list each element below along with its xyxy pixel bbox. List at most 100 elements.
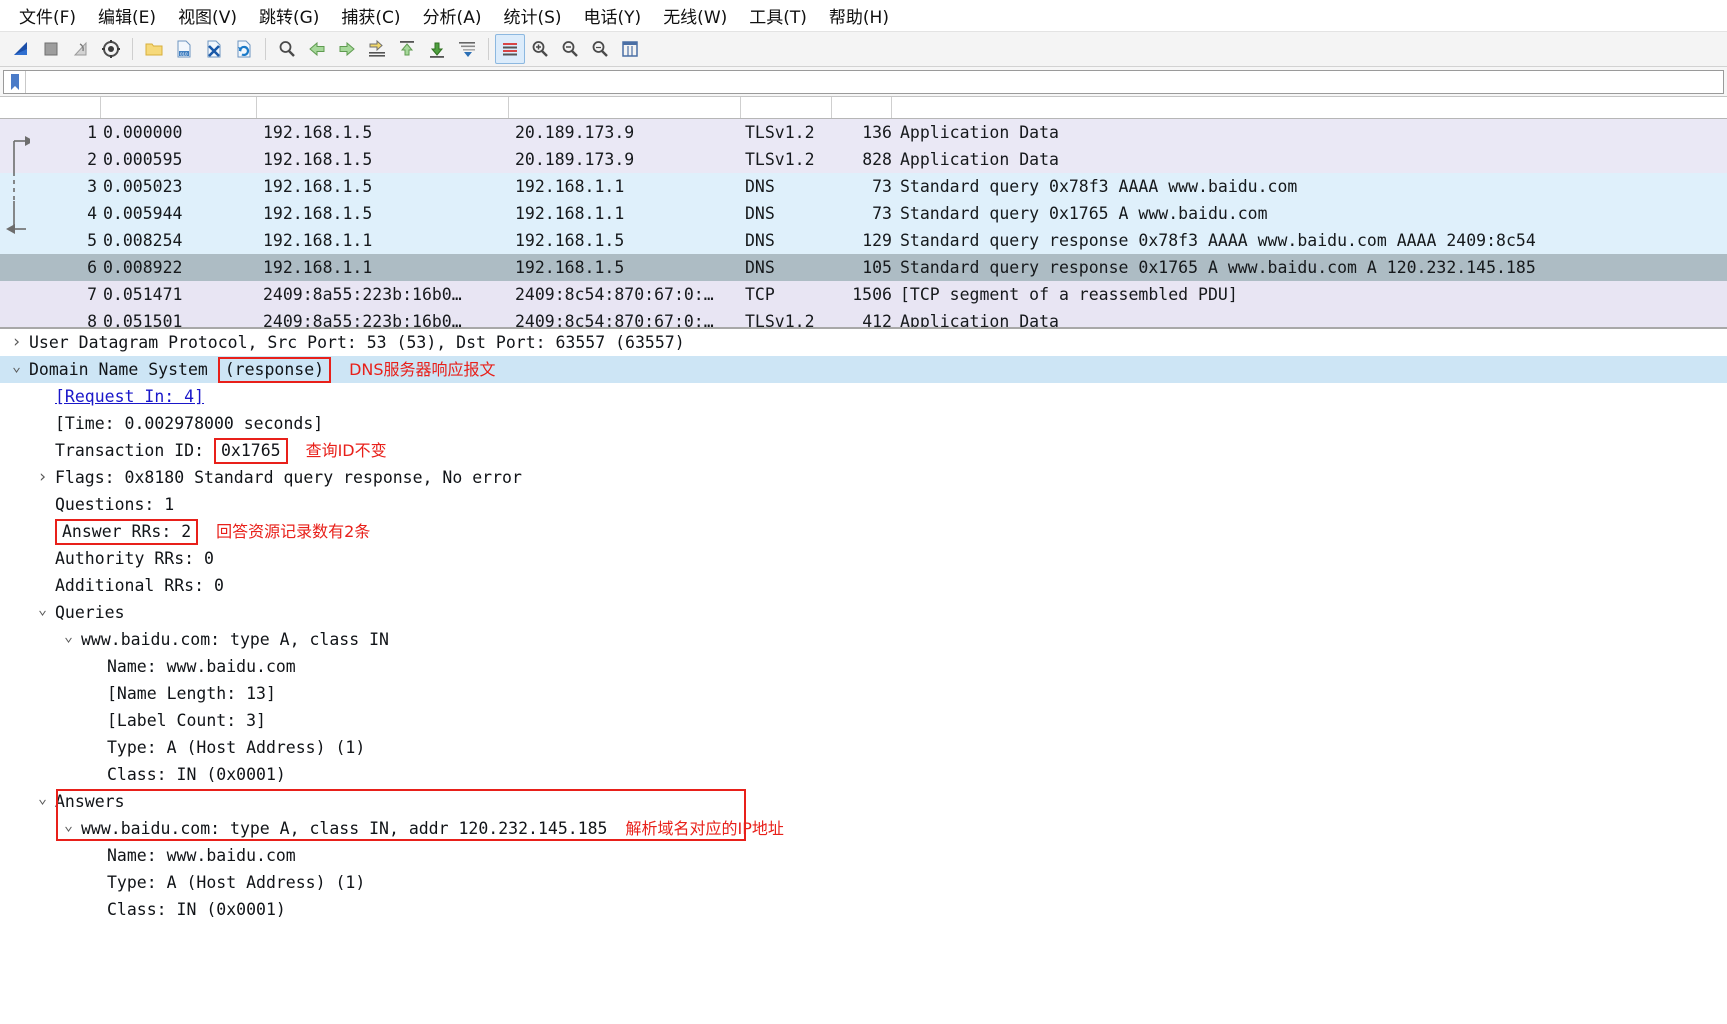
packet-list-body[interactable]: 1 0.000000 192.168.1.5 20.189.173.9 TLSv1.2 1…	[0, 119, 1727, 329]
chevron-down-icon[interactable]: ⌄	[36, 785, 49, 812]
restart-capture-icon[interactable]	[66, 34, 96, 64]
column-header-protocol[interactable]	[741, 97, 832, 118]
chevron-down-icon[interactable]: ⌄	[62, 623, 75, 650]
packet-protocol: TCP	[745, 285, 775, 304]
packet-source: 2409:8a55:223b:16b0…	[263, 285, 462, 304]
zoom-out-icon[interactable]	[555, 34, 585, 64]
detail-answer-class[interactable]: Class: IN (0x0001)	[0, 896, 1727, 923]
save-file-icon[interactable]: 010	[169, 34, 199, 64]
chevron-right-icon[interactable]: ›	[36, 464, 49, 491]
menu-view[interactable]: 视图(V)	[167, 0, 248, 31]
detail-answer-rrs[interactable]: Answer RRs: 2 回答资源记录数有2条	[0, 518, 1727, 545]
detail-questions[interactable]: Questions: 1	[0, 491, 1727, 518]
detail-flags[interactable]: › Flags: 0x8180 Standard query response, …	[0, 464, 1727, 491]
packet-row[interactable]: 6 0.008922 192.168.1.1 192.168.1.5 DNS 105 Sta…	[0, 254, 1727, 281]
close-file-icon[interactable]	[199, 34, 229, 64]
find-packet-icon[interactable]	[272, 34, 302, 64]
packet-row[interactable]: 1 0.000000 192.168.1.5 20.189.173.9 TLSv1.2 1…	[0, 119, 1727, 146]
detail-transaction-id[interactable]: Transaction ID: 0x1765 查询ID不变	[0, 437, 1727, 464]
packet-time: 0.000595	[103, 150, 183, 169]
packet-detail-tree[interactable]: › User Datagram Protocol, Src Port: 53 (5…	[0, 329, 1727, 923]
packet-destination: 192.168.1.1	[515, 177, 625, 196]
detail-request-in-text[interactable]: [Request In: 4]	[55, 383, 204, 410]
menu-capture[interactable]: 捕获(C)	[330, 0, 411, 31]
detail-query-entry[interactable]: ⌄ www.baidu.com: type A, class IN	[0, 626, 1727, 653]
zoom-reset-icon[interactable]	[585, 34, 615, 64]
packet-info: Application Data	[900, 312, 1059, 329]
menu-help[interactable]: 帮助(H)	[818, 0, 900, 31]
detail-time[interactable]: [Time: 0.002978000 seconds]	[0, 410, 1727, 437]
detail-dns[interactable]: ⌄ Domain Name System (response) DNS服务器响应报文	[0, 356, 1727, 383]
go-to-packet-icon[interactable]	[362, 34, 392, 64]
menu-bar: 文件(F) 编辑(E) 视图(V) 跳转(G) 捕获(C) 分析(A) 统计(S) 电话(Y)…	[0, 0, 1727, 31]
chevron-down-icon[interactable]: ⌄	[62, 812, 75, 839]
menu-analyze[interactable]: 分析(A)	[412, 0, 493, 31]
packet-row[interactable]: 8 0.051501 2409:8a55:223b:16b0… 2409:8c54:8…	[0, 308, 1727, 329]
detail-query-name-length[interactable]: [Name Length: 13]	[0, 680, 1727, 707]
detail-authority-rrs[interactable]: Authority RRs: 0	[0, 545, 1727, 572]
detail-answer-name[interactable]: Name: www.baidu.com	[0, 842, 1727, 869]
colorize-icon[interactable]	[495, 34, 525, 64]
menu-edit[interactable]: 编辑(E)	[87, 0, 167, 31]
detail-additional-rrs[interactable]: Additional RRs: 0	[0, 572, 1727, 599]
go-back-icon[interactable]	[302, 34, 332, 64]
column-header-length[interactable]	[832, 97, 892, 118]
packet-destination: 2409:8c54:870:67:0:…	[515, 285, 714, 304]
detail-query-type[interactable]: Type: A (Host Address) (1)	[0, 734, 1727, 761]
menu-telephony[interactable]: 电话(Y)	[573, 0, 653, 31]
packet-no: 5	[87, 231, 97, 250]
auto-scroll-icon[interactable]	[452, 34, 482, 64]
detail-query-class[interactable]: Class: IN (0x0001)	[0, 761, 1727, 788]
packet-row[interactable]: 5 0.008254 192.168.1.1 192.168.1.5 DNS 129 Sta…	[0, 227, 1727, 254]
filter-input-wrapper[interactable]	[3, 69, 1724, 94]
column-header-info[interactable]	[892, 97, 1727, 118]
packet-row[interactable]: 3 0.005023 192.168.1.5 192.168.1.1 DNS 73 Stan…	[0, 173, 1727, 200]
detail-request-in[interactable]: [Request In: 4]	[0, 383, 1727, 410]
column-header-source[interactable]	[257, 97, 509, 118]
detail-answer-type[interactable]: Type: A (Host Address) (1)	[0, 869, 1727, 896]
go-last-packet-icon[interactable]	[422, 34, 452, 64]
packet-protocol: DNS	[745, 177, 775, 196]
reload-file-icon[interactable]	[229, 34, 259, 64]
packet-row[interactable]: 2 0.000595 192.168.1.5 20.189.173.9 TLSv1.2 8…	[0, 146, 1727, 173]
detail-dns-value: (response)	[217, 356, 332, 383]
menu-statistics[interactable]: 统计(S)	[492, 0, 572, 31]
detail-answer-entry-text: www.baidu.com: type A, class IN, addr 12…	[81, 819, 608, 838]
svg-text:010: 010	[180, 51, 188, 56]
detail-answer-entry[interactable]: ⌄ www.baidu.com: type A, class IN, addr 1…	[0, 815, 1727, 842]
detail-transaction-id-text: Transaction ID:	[55, 441, 214, 460]
detail-queries[interactable]: ⌄ Queries	[0, 599, 1727, 626]
chevron-down-icon[interactable]: ⌄	[10, 353, 23, 380]
detail-authority-rrs-text: Authority RRs: 0	[55, 549, 214, 568]
open-file-icon[interactable]	[139, 34, 169, 64]
capture-options-icon[interactable]	[96, 34, 126, 64]
packet-time: 0.008922	[103, 258, 183, 277]
stop-capture-icon[interactable]	[36, 34, 66, 64]
chevron-down-icon[interactable]: ⌄	[36, 596, 49, 623]
chevron-right-icon[interactable]: ›	[10, 329, 23, 356]
go-forward-icon[interactable]	[332, 34, 362, 64]
bookmark-icon[interactable]	[4, 70, 26, 93]
menu-go[interactable]: 跳转(G)	[248, 0, 330, 31]
detail-query-name[interactable]: Name: www.baidu.com	[0, 653, 1727, 680]
column-header-no[interactable]	[0, 97, 101, 118]
packet-list-header	[0, 97, 1727, 119]
menu-wireless[interactable]: 无线(W)	[652, 0, 738, 31]
resize-columns-icon[interactable]	[615, 34, 645, 64]
start-capture-icon[interactable]	[6, 34, 36, 64]
packet-detail-pane[interactable]: › User Datagram Protocol, Src Port: 53 (5…	[0, 329, 1727, 1022]
packet-list-pane[interactable]: 1 0.000000 192.168.1.5 20.189.173.9 TLSv1.2 1…	[0, 97, 1727, 329]
detail-answers[interactable]: ⌄ Answers	[0, 788, 1727, 815]
column-header-time[interactable]	[101, 97, 257, 118]
menu-tools[interactable]: 工具(T)	[738, 0, 818, 31]
detail-udp[interactable]: › User Datagram Protocol, Src Port: 53 (5…	[0, 329, 1727, 356]
zoom-in-icon[interactable]	[525, 34, 555, 64]
detail-answer-rrs-text: Answer RRs: 2	[55, 518, 199, 545]
packet-row[interactable]: 7 0.051471 2409:8a55:223b:16b0… 2409:8c54:8…	[0, 281, 1727, 308]
packet-row[interactable]: 4 0.005944 192.168.1.5 192.168.1.1 DNS 73 Stan…	[0, 200, 1727, 227]
column-header-destination[interactable]	[509, 97, 741, 118]
go-first-packet-icon[interactable]	[392, 34, 422, 64]
menu-file[interactable]: 文件(F)	[8, 0, 87, 31]
packet-no: 4	[87, 204, 97, 223]
detail-query-label-count[interactable]: [Label Count: 3]	[0, 707, 1727, 734]
